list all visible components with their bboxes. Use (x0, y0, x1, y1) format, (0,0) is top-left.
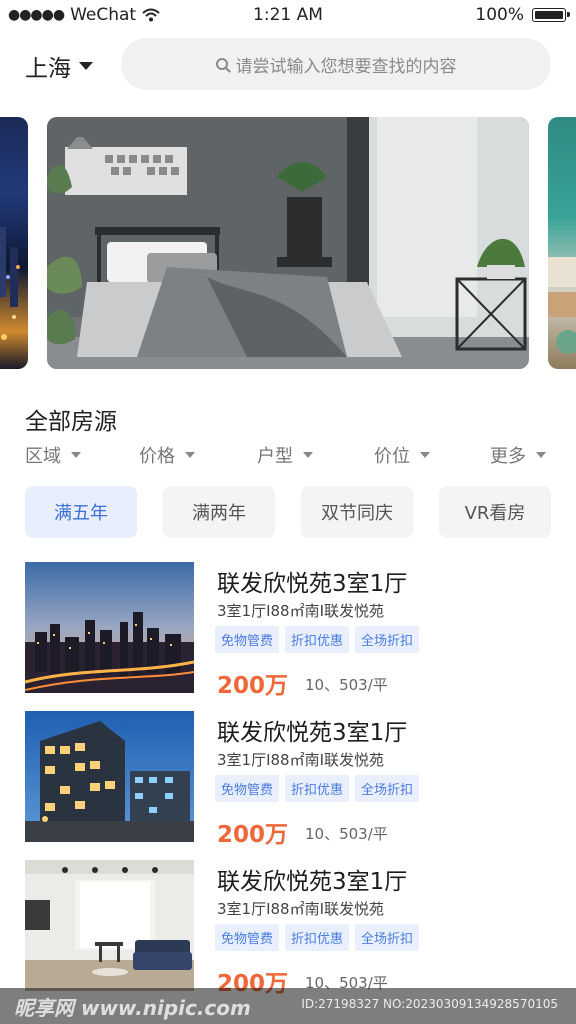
listing-unit-price: 10、503/平 (305, 825, 388, 843)
banner-carousel[interactable] (0, 117, 576, 369)
listing-subtitle: 3室1厅I88㎡南I联发悦苑 (217, 900, 385, 918)
listing-image-buildings[interactable] (25, 711, 194, 842)
city-label: 上海 (25, 56, 71, 82)
listing-title[interactable]: 联发欣悦苑3室1厅 (217, 564, 407, 598)
filter-layout[interactable]: 户型 (257, 442, 313, 468)
search-placeholder: 请尝试输入您想要查找的内容 (235, 56, 457, 77)
listing-subtitle: 3室1厅I88㎡南I联发悦苑 (217, 751, 385, 769)
battery-percent: 100% (475, 5, 524, 25)
filter-price[interactable]: 价格 (139, 442, 195, 468)
listing-title[interactable]: 联发欣悦苑3室1厅 (217, 713, 407, 747)
chip-vr-tour[interactable]: VR看房 (439, 486, 551, 538)
caret-down-icon (536, 452, 546, 458)
tag: 免物管费 (215, 626, 280, 653)
chip-two-years[interactable]: 满两年 (163, 486, 275, 538)
caret-down-icon (420, 452, 430, 458)
listing-card[interactable]: 联发欣悦苑3室1厅 3室1厅I88㎡南I联发悦苑 免物管费 折扣优惠 全场折扣 … (25, 711, 555, 848)
listing-card[interactable]: 联发欣悦苑3室1厅 3室1厅I88㎡南I联发悦苑 免物管费 折扣优惠 全场折扣 … (25, 860, 555, 997)
battery-icon (532, 8, 570, 22)
caret-down-icon (303, 452, 313, 458)
chip-five-years[interactable]: 满五年 (25, 486, 137, 538)
listing-image-living-room[interactable] (25, 860, 194, 991)
listing-price: 200万 (217, 822, 289, 848)
tag: 免物管费 (215, 775, 280, 802)
section-title: 全部房源 (25, 409, 117, 435)
tag: 全场折扣 (355, 924, 420, 951)
caret-down-icon (71, 452, 81, 458)
listing-tags: 免物管费 折扣优惠 全场折扣 (215, 626, 420, 653)
tag: 折扣优惠 (285, 775, 350, 802)
watermark-logo: 昵享网 www.nipic.com (14, 996, 251, 1020)
search-icon (215, 58, 228, 70)
listing-price: 200万 (217, 673, 289, 699)
watermark-id: ID:27198327 NO:20230309134928570105 (301, 997, 558, 1011)
tag: 免物管费 (215, 924, 280, 951)
listing-image-city-night[interactable] (25, 562, 194, 693)
filter-bar: 区域 价格 户型 价位 更多 (25, 442, 555, 470)
header: 上海 请尝试输入您想要查找的内容 (0, 36, 576, 92)
city-selector[interactable]: 上海 (25, 49, 93, 83)
tag: 折扣优惠 (285, 626, 350, 653)
listing-tags: 免物管费 折扣优惠 全场折扣 (215, 775, 420, 802)
filter-more[interactable]: 更多 (490, 442, 546, 468)
listing-unit-price: 10、503/平 (305, 676, 388, 694)
tag: 全场折扣 (355, 626, 420, 653)
listing-card[interactable]: 联发欣悦苑3室1厅 3室1厅I88㎡南I联发悦苑 免物管费 折扣优惠 全场折扣 … (25, 562, 555, 699)
search-input[interactable]: 请尝试输入您想要查找的内容 (121, 38, 551, 90)
status-bar: ●●●●● WeChat 1:21 AM 100% (0, 0, 576, 30)
banner-prev-slide[interactable] (0, 117, 28, 369)
filter-area[interactable]: 区域 (25, 442, 81, 468)
watermark-bar: 昵享网 www.nipic.com ID:27198327 NO:2023030… (0, 988, 576, 1024)
banner-image-bedroom[interactable] (47, 117, 529, 369)
quick-tags: 满五年 满两年 双节同庆 VR看房 (25, 486, 555, 538)
filter-price-range[interactable]: 价位 (374, 442, 430, 468)
listing-subtitle: 3室1厅I88㎡南I联发悦苑 (217, 602, 385, 620)
listing-tags: 免物管费 折扣优惠 全场折扣 (215, 924, 420, 951)
chevron-down-icon (79, 62, 93, 70)
caret-down-icon (185, 452, 195, 458)
tag: 折扣优惠 (285, 924, 350, 951)
chip-double-festival[interactable]: 双节同庆 (301, 486, 413, 538)
tag: 全场折扣 (355, 775, 420, 802)
listing-title[interactable]: 联发欣悦苑3室1厅 (217, 862, 407, 896)
banner-next-slide[interactable] (548, 117, 576, 369)
